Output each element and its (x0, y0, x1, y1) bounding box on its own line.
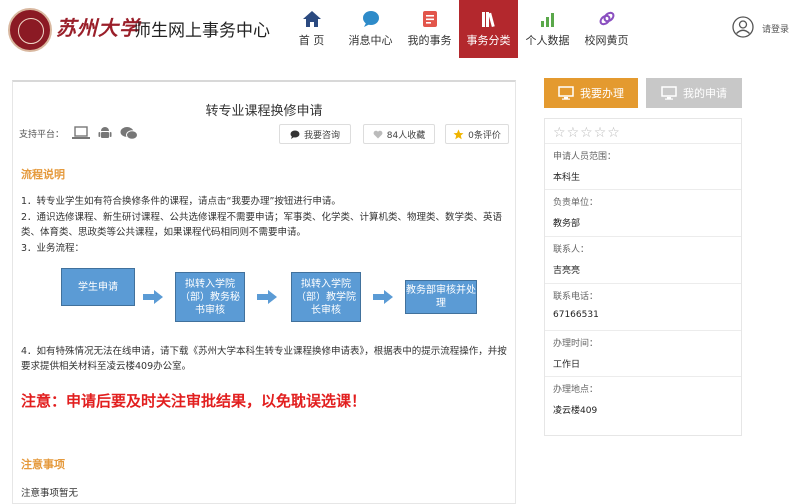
flow-step-2: 拟转入学院（部）教务秘书审核 (175, 272, 245, 322)
header: 苏州大学 师生网上事务中心 首 页 消息中心 我的事务 事务分类 个人数据 校网… (0, 0, 798, 58)
comment-icon (290, 130, 300, 139)
bar-chart-icon (540, 13, 554, 27)
university-logo[interactable] (8, 8, 52, 52)
my-applications-button[interactable]: 我的申请 (646, 78, 742, 108)
star-empty-icon[interactable]: ☆ (567, 125, 580, 141)
wechat-icon (120, 127, 139, 140)
info-value: 教务部 (553, 219, 581, 229)
info-label: 办理时间： (553, 339, 599, 349)
info-scope: 申请人员范围： 本科生 (545, 143, 741, 183)
info-label: 办理地点： (553, 385, 599, 395)
android-icon (98, 127, 112, 138)
main-nav: 首 页 消息中心 我的事务 事务分类 个人数据 校网黄页 (282, 0, 636, 58)
main-content: 转专业课程换修申请 支持平台： 我要咨询 84人收藏 0条评价 流程说明 1．转… (12, 80, 516, 504)
step-1: 1．转专业学生如有符合换修条件的课程，请点击“我要办理”按钮进行申请。 (21, 196, 341, 207)
nav-my-affairs[interactable]: 我的事务 (400, 0, 459, 58)
info-label: 申请人员范围： (553, 152, 617, 162)
reviews-label: 0条评价 (468, 130, 501, 141)
consult-label: 我要咨询 (303, 130, 340, 141)
info-label: 负责单位： (553, 198, 599, 208)
nav-categories[interactable]: 事务分类 (459, 0, 518, 58)
nav-personal-data[interactable]: 个人数据 (518, 0, 577, 58)
nav-home-label: 首 页 (298, 34, 325, 47)
info-value: 67166531 (553, 310, 599, 320)
page-title: 转专业课程换修申请 (205, 104, 323, 119)
info-value: 工作日 (553, 360, 581, 370)
laptop-icon (72, 126, 91, 139)
apply-now-label: 我要办理 (580, 87, 624, 100)
star-empty-icon[interactable]: ☆ (607, 125, 620, 141)
info-value: 吉亮亮 (553, 266, 581, 276)
step-2: 2．通识选修课程、新生研讨课程、公共选修课程不需要申请；军事类、化学类、计算机类… (21, 212, 503, 238)
star-empty-icon[interactable]: ☆ (580, 125, 593, 141)
favorites-label: 84人收藏 (386, 130, 426, 141)
info-label: 联系人： (553, 245, 590, 255)
university-name: 苏州大学 (56, 16, 140, 40)
flow-arrow-icon (373, 290, 393, 304)
star-empty-icon[interactable]: ☆ (594, 125, 607, 141)
flow-arrow-icon (143, 290, 163, 304)
nav-home[interactable]: 首 页 (282, 0, 341, 58)
apply-now-button[interactable]: 我要办理 (544, 78, 638, 108)
chat-icon (362, 11, 379, 27)
info-hours: 办理时间： 工作日 (545, 330, 741, 370)
step-4: 4．如有特殊情况无法在线申请，请下载《苏州大学本科生转专业课程换修申请表》，根据… (21, 346, 507, 372)
flow-arrow-icon (257, 290, 277, 304)
system-name: 师生网上事务中心 (134, 21, 270, 41)
books-icon (481, 12, 495, 28)
attention-section-title: 注意事项 (21, 458, 65, 471)
monitor-icon (558, 86, 574, 100)
user-icon[interactable] (732, 16, 754, 38)
support-platforms: 支持平台： (19, 126, 139, 140)
nav-yellow-pages-label: 校网黄页 (584, 34, 629, 47)
login-link[interactable]: 请登录 (762, 22, 789, 35)
flow-step-1: 学生申请 (61, 268, 135, 306)
info-contact: 联系人： 吉亮亮 (545, 236, 741, 276)
reviews-button[interactable]: 0条评价 (445, 124, 509, 144)
favorites-button[interactable]: 84人收藏 (363, 124, 435, 144)
support-label: 支持平台： (19, 129, 65, 140)
process-section-title: 流程说明 (21, 168, 65, 181)
consult-button[interactable]: 我要咨询 (279, 124, 351, 144)
nav-yellow-pages[interactable]: 校网黄页 (577, 0, 636, 58)
flow-step-4: 教务部审核并处理 (405, 280, 477, 314)
my-applications-label: 我的申请 (683, 87, 727, 100)
heart-icon (373, 130, 383, 138)
info-department: 负责单位： 教务部 (545, 189, 741, 229)
rating-stars[interactable]: ☆ ☆ ☆ ☆ ☆ (553, 125, 621, 141)
info-location: 办理地点： 凌云楼409 (545, 376, 741, 416)
document-icon (422, 11, 437, 27)
flow-step-3: 拟转入学院（部）教学院长审核 (291, 272, 361, 322)
user-area[interactable] (732, 16, 754, 41)
home-icon (302, 11, 321, 27)
nav-messages-label: 消息中心 (348, 34, 393, 47)
star-icon (453, 129, 464, 139)
nav-categories-label: 事务分类 (466, 34, 511, 47)
info-value: 凌云楼409 (553, 406, 598, 416)
nav-personal-data-label: 个人数据 (525, 34, 570, 47)
step-3: 3．业务流程： (21, 243, 85, 254)
link-icon (599, 11, 614, 26)
nav-messages[interactable]: 消息中心 (341, 0, 400, 58)
star-empty-icon[interactable]: ☆ (553, 125, 566, 141)
monitor-icon (661, 86, 677, 100)
info-label: 联系电话： (553, 292, 599, 302)
info-value: 本科生 (553, 173, 581, 183)
info-phone: 联系电话： 67166531 (545, 283, 741, 320)
attention-text: 注意事项暂无 (21, 488, 79, 499)
notice-warning: 注意：申请后要及时关注审批结果，以免耽误选课！ (21, 392, 367, 410)
nav-my-affairs-label: 我的事务 (407, 34, 452, 47)
service-info-panel: ☆ ☆ ☆ ☆ ☆ 申请人员范围： 本科生 负责单位： 教务部 联系人： 吉亮亮… (544, 118, 742, 436)
